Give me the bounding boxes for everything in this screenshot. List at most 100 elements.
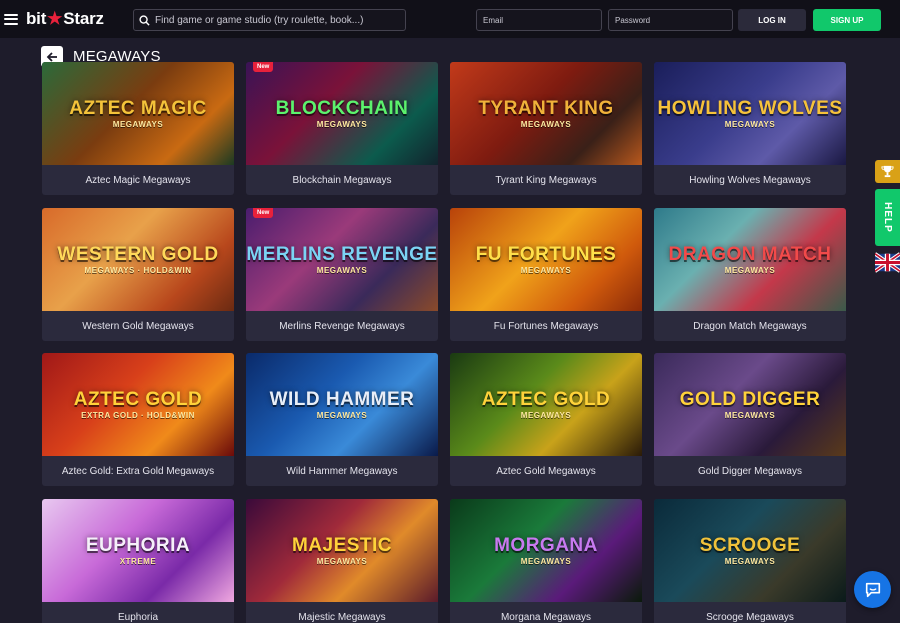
game-thumbnail[interactable]: MAJESTIC MEGAWAYS [246, 499, 438, 602]
logo[interactable]: bit ★ Starz [26, 9, 104, 29]
game-card[interactable]: AZTEC MAGIC MEGAWAYS Aztec Magic Megaways [42, 62, 234, 195]
game-card[interactable]: WESTERN GOLD MEGAWAYS · HOLD&WIN Western G… [42, 208, 234, 341]
game-art: WESTERN GOLD MEGAWAYS · HOLD&WIN [57, 245, 218, 275]
game-thumbnail[interactable]: WESTERN GOLD MEGAWAYS · HOLD&WIN [42, 208, 234, 311]
game-title[interactable]: Fu Fortunes Megaways [450, 311, 642, 341]
game-title[interactable]: Majestic Megaways [246, 602, 438, 623]
game-title[interactable]: Dragon Match Megaways [654, 311, 846, 341]
game-art: AZTEC MAGIC MEGAWAYS [69, 99, 206, 129]
login-button[interactable]: LOG IN [738, 9, 806, 31]
new-badge: New [253, 208, 274, 218]
trophy-button[interactable] [875, 160, 900, 183]
game-card[interactable]: TYRANT KING MEGAWAYS Tyrant King Megaways [450, 62, 642, 195]
game-thumbnail[interactable]: AZTEC GOLD EXTRA GOLD · HOLD&WIN [42, 353, 234, 456]
game-thumbnail[interactable]: AZTEC MAGIC MEGAWAYS [42, 62, 234, 165]
game-art: AZTEC GOLD MEGAWAYS [482, 390, 611, 420]
game-card[interactable]: WILD HAMMER MEGAWAYS Wild Hammer Megaways [246, 353, 438, 486]
new-badge: New [253, 62, 274, 72]
game-card[interactable]: AZTEC GOLD EXTRA GOLD · HOLD&WIN Aztec Gol… [42, 353, 234, 486]
game-title[interactable]: Western Gold Megaways [42, 311, 234, 341]
game-thumbnail[interactable]: MERLINS REVENGE MEGAWAYS [246, 208, 438, 311]
game-art: SCROOGE MEGAWAYS [700, 536, 801, 566]
game-title[interactable]: Howling Wolves Megaways [654, 165, 846, 195]
password-field-wrapper [608, 9, 733, 31]
game-art-subtitle: MEGAWAYS [724, 265, 776, 275]
game-title[interactable]: Blockchain Megaways [246, 165, 438, 195]
game-thumbnail[interactable]: BLOCKCHAIN MEGAWAYS [246, 62, 438, 165]
game-card[interactable]: BLOCKCHAIN MEGAWAYS New Blockchain Megaways [246, 62, 438, 195]
game-art-title: DRAGON MATCH [668, 243, 832, 265]
game-thumbnail[interactable]: EUPHORIA XTREME [42, 499, 234, 602]
game-thumbnail[interactable]: AZTEC GOLD MEGAWAYS [450, 353, 642, 456]
game-card[interactable]: MERLINS REVENGE MEGAWAYS New Merlins Reveng… [246, 208, 438, 341]
game-art-subtitle: MEGAWAYS [520, 556, 572, 566]
search-icon [139, 14, 150, 26]
game-art-title: GOLD DIGGER [679, 388, 821, 410]
game-title[interactable]: Scrooge Megaways [654, 602, 846, 623]
game-title[interactable]: Aztec Magic Megaways [42, 165, 234, 195]
game-art-title: EUPHORIA [85, 534, 191, 556]
game-card[interactable]: MORGANA MEGAWAYS Morgana Megaways [450, 499, 642, 623]
search-input[interactable] [155, 14, 405, 26]
game-art-subtitle: MEGAWAYS [316, 410, 368, 420]
logo-text-right: Starz [63, 9, 104, 28]
game-art-subtitle: XTREME [119, 556, 157, 566]
help-tab[interactable]: HELP [875, 189, 900, 246]
game-art-title: HOWLING WOLVES [657, 97, 843, 119]
game-art-subtitle: MEGAWAYS [112, 119, 164, 129]
game-thumbnail[interactable]: DRAGON MATCH MEGAWAYS [654, 208, 846, 311]
game-thumbnail[interactable]: MORGANA MEGAWAYS [450, 499, 642, 602]
game-art-title: AZTEC MAGIC [69, 97, 207, 119]
game-art-title: WILD HAMMER [269, 388, 415, 410]
game-art-subtitle: EXTRA GOLD · HOLD&WIN [81, 410, 195, 420]
game-card[interactable]: MAJESTIC MEGAWAYS Majestic Megaways [246, 499, 438, 623]
search-box[interactable] [133, 9, 406, 31]
arrow-left-icon [46, 51, 57, 62]
game-card[interactable]: HOWLING WOLVES MEGAWAYS Howling Wolves Meg… [654, 62, 846, 195]
chat-button[interactable] [854, 571, 891, 608]
game-art-subtitle: MEGAWAYS [316, 119, 368, 129]
game-thumbnail[interactable]: TYRANT KING MEGAWAYS [450, 62, 642, 165]
game-thumbnail[interactable]: WILD HAMMER MEGAWAYS [246, 353, 438, 456]
email-field-wrapper [476, 9, 602, 31]
star-icon: ★ [47, 9, 63, 28]
game-title[interactable]: Morgana Megaways [450, 602, 642, 623]
game-title[interactable]: Gold Digger Megaways [654, 456, 846, 486]
game-art: WILD HAMMER MEGAWAYS [270, 390, 415, 420]
signup-button[interactable]: SIGN UP [813, 9, 881, 31]
game-thumbnail[interactable]: FU FORTUNES MEGAWAYS [450, 208, 642, 311]
game-title[interactable]: Aztec Gold: Extra Gold Megaways [42, 456, 234, 486]
game-thumbnail[interactable]: SCROOGE MEGAWAYS [654, 499, 846, 602]
menu-icon[interactable] [4, 13, 18, 25]
game-thumbnail[interactable]: HOWLING WOLVES MEGAWAYS [654, 62, 846, 165]
game-art: AZTEC GOLD EXTRA GOLD · HOLD&WIN [74, 390, 203, 420]
help-label: HELP [882, 202, 894, 233]
game-art: MERLINS REVENGE MEGAWAYS [246, 245, 437, 275]
game-card[interactable]: DRAGON MATCH MEGAWAYS Dragon Match Megaway… [654, 208, 846, 341]
game-card[interactable]: AZTEC GOLD MEGAWAYS Aztec Gold Megaways [450, 353, 642, 486]
game-title[interactable]: Euphoria [42, 602, 234, 623]
game-art-title: AZTEC GOLD [481, 388, 611, 410]
game-art-title: TYRANT KING [478, 97, 614, 119]
email-field[interactable] [483, 10, 601, 31]
game-art-title: WESTERN GOLD [57, 243, 219, 265]
game-card[interactable]: EUPHORIA XTREME Euphoria [42, 499, 234, 623]
game-card[interactable]: SCROOGE MEGAWAYS Scrooge Megaways [654, 499, 846, 623]
game-title[interactable]: Aztec Gold Megaways [450, 456, 642, 486]
game-art: MAJESTIC MEGAWAYS [292, 536, 392, 566]
game-art: FU FORTUNES MEGAWAYS [476, 245, 617, 275]
game-art-title: MAJESTIC [291, 534, 393, 556]
game-card[interactable]: FU FORTUNES MEGAWAYS Fu Fortunes Megaways [450, 208, 642, 341]
game-title[interactable]: Tyrant King Megaways [450, 165, 642, 195]
game-thumbnail[interactable]: GOLD DIGGER MEGAWAYS [654, 353, 846, 456]
game-art-subtitle: MEGAWAYS [316, 265, 368, 275]
uk-flag-icon[interactable] [875, 252, 900, 273]
game-title[interactable]: Wild Hammer Megaways [246, 456, 438, 486]
game-art-subtitle: MEGAWAYS [724, 556, 776, 566]
password-field[interactable] [615, 10, 732, 31]
game-art: BLOCKCHAIN MEGAWAYS [276, 99, 409, 129]
game-art-subtitle: MEGAWAYS [724, 119, 776, 129]
game-title[interactable]: Merlins Revenge Megaways [246, 311, 438, 341]
game-card[interactable]: GOLD DIGGER MEGAWAYS Gold Digger Megaways [654, 353, 846, 486]
game-art-subtitle: MEGAWAYS [520, 410, 572, 420]
